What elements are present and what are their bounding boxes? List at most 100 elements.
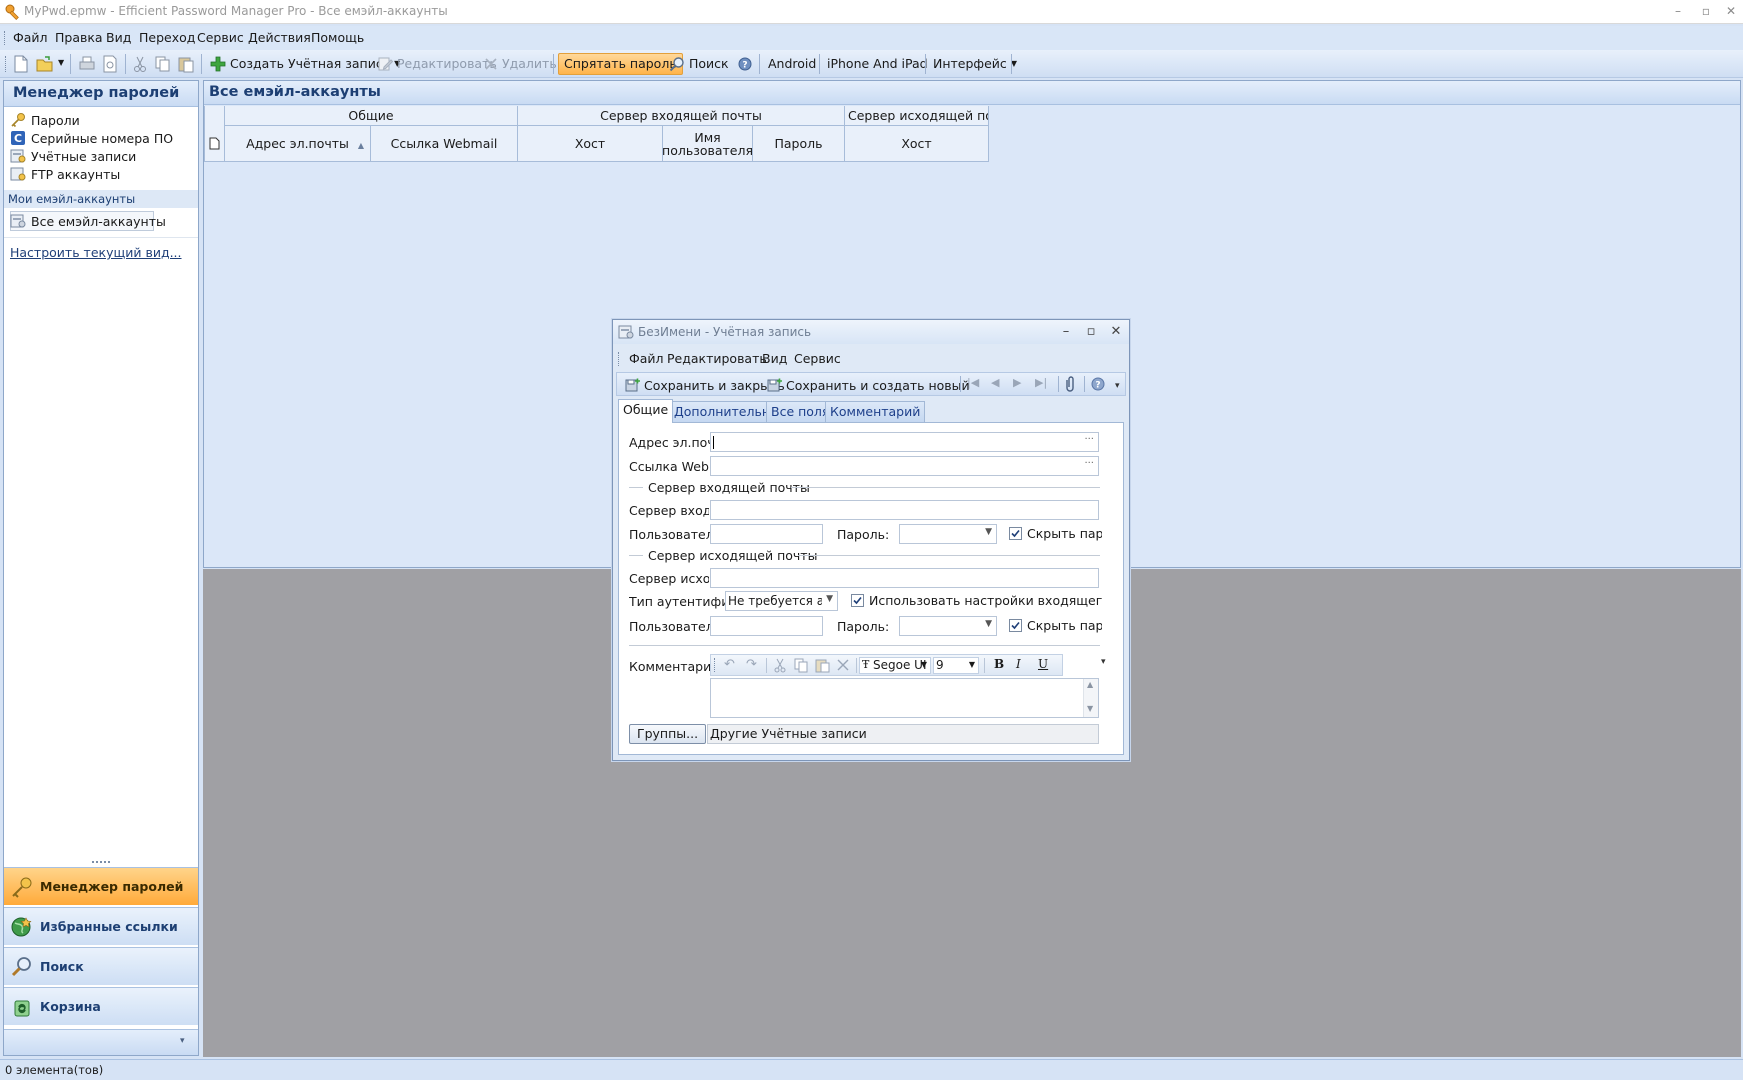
outgoing-user-field[interactable] [710, 616, 823, 636]
italic-button[interactable]: I [1016, 657, 1021, 671]
comment-textarea[interactable]: ▲ ▼ [710, 678, 1099, 718]
nav-button-search[interactable]: Поиск [4, 947, 198, 985]
nav-button-password-manager[interactable]: Менеджер паролей [4, 867, 198, 905]
print-preview-icon[interactable] [101, 55, 119, 73]
grid-col-webmail[interactable]: Ссылка Webmail [371, 126, 518, 162]
dialog-help-icon[interactable]: ? [1091, 377, 1105, 391]
toolbar-separator [759, 54, 760, 74]
auth-type-select[interactable]: Не требуется аутентификация ▼ [725, 591, 838, 611]
grid-group-outgoing: Сервер исходящей почть [845, 106, 989, 126]
android-button[interactable]: Android [763, 53, 821, 75]
menu-file[interactable]: Файл [13, 30, 48, 45]
maximize-button[interactable]: ▫ [1695, 2, 1717, 20]
dialog-maximize-button[interactable]: ▫ [1081, 323, 1101, 341]
nav-item-accounts[interactable]: Учётные записи [10, 147, 136, 165]
scroll-down-icon[interactable]: ▼ [1087, 704, 1093, 713]
dialog-menu-edit[interactable]: Редактировать [667, 351, 767, 366]
save-close-button[interactable]: Сохранить и закрыть [625, 375, 785, 395]
email-field[interactable]: ··· [710, 432, 1099, 452]
outgoing-hide-password-checkbox[interactable] [1009, 619, 1022, 632]
dialog-close-button[interactable]: ✕ [1106, 323, 1126, 341]
underline-button[interactable]: U [1038, 657, 1048, 671]
groups-button[interactable]: Группы... [629, 724, 706, 744]
font-name-select[interactable]: Ŧ Segoe UI ▼ [859, 657, 931, 674]
tab-general[interactable]: Общие [618, 399, 674, 423]
menu-actions[interactable]: Действия [248, 30, 311, 45]
close-button[interactable]: ✕ [1720, 2, 1742, 20]
incoming-password-field[interactable]: ▼ [899, 524, 997, 544]
undo-icon[interactable]: ↶ [724, 657, 735, 672]
open-dropdown-icon[interactable]: ▼ [58, 58, 64, 67]
scroll-up-icon[interactable]: ▲ [1087, 680, 1093, 689]
nav-button-label: Избранные ссылки [40, 919, 178, 934]
menu-go[interactable]: Переход [139, 30, 195, 45]
copy-icon[interactable] [154, 55, 172, 73]
window-title: MyPwd.epmw - Efficient Password Manager … [24, 4, 448, 18]
format-toolbar-overflow-icon[interactable]: ▾ [1101, 657, 1106, 667]
format-cut-icon[interactable] [773, 658, 787, 673]
print-icon[interactable] [78, 55, 96, 73]
dialog-minimize-button[interactable]: – [1056, 323, 1076, 341]
dialog-toolbar-separator [1084, 376, 1085, 392]
incoming-hide-password-checkbox[interactable] [1009, 527, 1022, 540]
help-icon[interactable]: ? [738, 57, 756, 75]
attachment-icon[interactable] [1063, 375, 1077, 393]
dialog-menu-view[interactable]: Вид [762, 351, 787, 366]
search-button[interactable]: Поиск [664, 53, 734, 75]
comment-scrollbar[interactable]: ▲ ▼ [1083, 679, 1098, 717]
grid-col-email[interactable]: Адрес эл.почты ▲ [225, 126, 371, 162]
iphone-ipad-button[interactable]: iPhone And iPad [822, 53, 933, 75]
menu-edit[interactable]: Правка [55, 30, 103, 45]
last-record-icon[interactable]: ▶| [1035, 376, 1047, 389]
open-folder-icon[interactable] [36, 55, 54, 73]
delete-button[interactable]: Удалить [479, 53, 562, 75]
format-toolbar-grip [714, 658, 716, 672]
font-size-select[interactable]: 9 ▼ [933, 657, 979, 674]
menu-help[interactable]: Помощь [311, 30, 364, 45]
nav-item-passwords[interactable]: Пароли [10, 111, 80, 129]
format-clear-icon[interactable] [836, 658, 850, 672]
format-copy-icon[interactable] [794, 658, 809, 673]
save-close-icon [625, 378, 640, 392]
grid-col-outgoing-host[interactable]: Хост [845, 126, 989, 162]
configure-buttons-chevron-icon[interactable]: ▾ [180, 1036, 185, 1046]
dialog-menu-file[interactable]: Файл [629, 351, 664, 366]
first-record-icon[interactable]: |◀ [967, 376, 979, 389]
grid-col-incoming-host[interactable]: Хост [518, 126, 663, 162]
redo-icon[interactable]: ↷ [746, 657, 757, 672]
previous-record-icon[interactable]: ◀ [991, 376, 999, 389]
next-record-icon[interactable]: ▶ [1013, 376, 1021, 389]
incoming-user-field[interactable] [710, 524, 823, 544]
cut-icon[interactable] [132, 55, 150, 73]
interface-button[interactable]: Интерфейс ▼ [928, 53, 1022, 75]
customize-view-link[interactable]: Настроить текущий вид... [10, 245, 182, 260]
minimize-button[interactable]: – [1667, 2, 1689, 20]
nav-splitter-handle[interactable] [4, 859, 198, 866]
save-new-button[interactable]: Сохранить и создать новый [767, 375, 970, 395]
email-ellipsis-icon[interactable]: ··· [1084, 434, 1094, 445]
outgoing-server-field[interactable] [710, 568, 1099, 588]
webmail-ellipsis-icon[interactable]: ··· [1084, 458, 1094, 469]
nav-item-ftp[interactable]: FTP аккаунты [10, 165, 120, 183]
outgoing-password-field[interactable]: ▼ [899, 616, 997, 636]
nav-button-favorite-links[interactable]: Избранные ссылки [4, 907, 198, 945]
dialog-menu-service[interactable]: Сервис [794, 351, 841, 366]
paste-icon[interactable] [177, 55, 195, 73]
webmail-field[interactable]: ··· [710, 456, 1099, 476]
menu-view[interactable]: Вид [106, 30, 131, 45]
incoming-server-field[interactable] [710, 500, 1099, 520]
nav-button-trash[interactable]: Корзина [4, 987, 198, 1025]
nav-item-all-email-accounts-content[interactable]: Все емэйл-аккаунты [10, 212, 166, 230]
grid-col-incoming-user[interactable]: Имя пользователя [662, 126, 753, 162]
grid-col-incoming-password[interactable]: Пароль [753, 126, 845, 162]
bold-button[interactable]: B [994, 657, 1004, 671]
menu-service[interactable]: Сервис [197, 30, 244, 45]
use-incoming-settings-checkbox[interactable] [851, 594, 864, 607]
new-file-icon[interactable] [13, 55, 31, 73]
dialog-toolbar-overflow-icon[interactable]: ▾ [1115, 381, 1120, 391]
format-paste-icon[interactable] [815, 658, 830, 673]
search-magnifier-icon [11, 956, 31, 976]
chevron-down-icon: ▼ [920, 660, 927, 669]
nav-item-serials[interactable]: C Серийные номера ПО [10, 129, 173, 147]
tab-comment[interactable]: Комментарий [825, 401, 926, 422]
